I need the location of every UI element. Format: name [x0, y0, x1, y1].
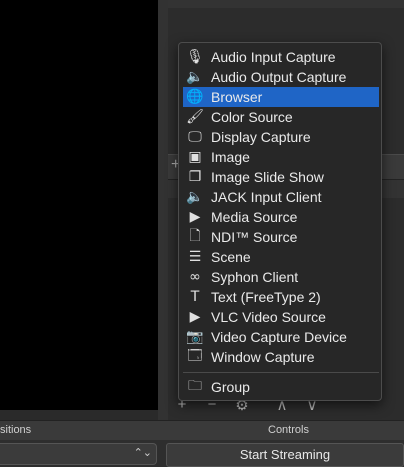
list-icon: ☰	[188, 249, 202, 265]
menu-item-label: VLC Video Source	[211, 309, 326, 325]
dock-titlebar	[168, 0, 404, 8]
menu-item-label: Image	[211, 149, 250, 165]
play-icon: ▶	[189, 309, 201, 325]
menu-item-label: Audio Input Capture	[211, 49, 336, 65]
speaker-icon: 🔈	[186, 189, 204, 205]
menu-item-video-capture-device[interactable]: 📷 Video Capture Device	[183, 327, 379, 347]
menu-item-label: Display Capture	[211, 129, 311, 145]
menu-item-label: NDI™ Source	[211, 229, 298, 245]
menu-item-display-capture[interactable]: 🖵 Display Capture	[183, 127, 379, 147]
menu-item-ndi-source[interactable]: 🗋 NDI™ Source	[183, 227, 379, 247]
splitter[interactable]	[158, 0, 168, 420]
menu-item-label: Image Slide Show	[211, 169, 324, 185]
camera-icon: 📷	[186, 329, 204, 345]
menu-item-image-slide-show[interactable]: ❐ Image Slide Show	[183, 167, 379, 187]
controls-header: Controls	[268, 424, 309, 436]
menu-item-browser[interactable]: 🌐 Browser	[183, 87, 379, 107]
menu-item-label: Window Capture	[211, 349, 315, 365]
monitor-icon: 🖵	[188, 129, 202, 145]
menu-item-label: Scene	[211, 249, 251, 265]
menu-item-jack-input-client[interactable]: 🔈 JACK Input Client	[183, 187, 379, 207]
speaker-icon: 🔈	[186, 69, 204, 85]
add-source-menu: 🎙 Audio Input Capture 🔈 Audio Output Captur…	[178, 42, 382, 401]
menu-item-label: JACK Input Client	[211, 189, 322, 205]
gamepad-icon: ∞	[189, 269, 201, 285]
document-icon: 🗋	[189, 228, 201, 244]
panel-headers: sitions Controls	[0, 420, 404, 441]
microphone-icon: 🎙	[186, 49, 204, 65]
menu-item-window-capture[interactable]: 🗔 Window Capture	[183, 347, 379, 367]
window-icon: 🗔	[187, 348, 203, 364]
menu-separator	[183, 372, 379, 373]
menu-item-image[interactable]: ▣ Image	[183, 147, 379, 167]
select-arrows-icon: ⌃⌄	[133, 447, 152, 459]
globe-icon: 🌐	[186, 89, 204, 105]
transitions-header: sitions	[0, 424, 32, 436]
paintbrush-icon: 🖌	[186, 109, 204, 125]
image-icon: ▣	[188, 149, 202, 165]
menu-item-group[interactable]: 🗀 Group	[183, 377, 379, 397]
start-streaming-button[interactable]: Start Streaming	[166, 443, 404, 467]
menu-item-media-source[interactable]: ▶ Media Source	[183, 207, 379, 227]
menu-item-label: Syphon Client	[211, 269, 299, 285]
menu-item-label: Group	[211, 379, 250, 395]
text-icon: T	[190, 289, 200, 305]
menu-item-label: Text (FreeType 2)	[211, 289, 321, 305]
menu-item-label: Browser	[211, 89, 263, 105]
folder-icon: 🗀	[188, 378, 202, 394]
menu-item-label: Media Source	[211, 209, 298, 225]
menu-item-text-freetype-2[interactable]: T Text (FreeType 2)	[183, 287, 379, 307]
menu-item-color-source[interactable]: 🖌 Color Source	[183, 107, 379, 127]
menu-item-audio-input-capture[interactable]: 🎙 Audio Input Capture	[183, 47, 379, 67]
preview-canvas	[0, 0, 158, 410]
transition-select[interactable]: ⌃⌄	[0, 443, 157, 465]
menu-item-syphon-client[interactable]: ∞ Syphon Client	[183, 267, 379, 287]
menu-item-audio-output-capture[interactable]: 🔈 Audio Output Capture	[183, 67, 379, 87]
menu-item-label: Color Source	[211, 109, 293, 125]
menu-item-label: Audio Output Capture	[211, 69, 347, 85]
slideshow-icon: ❐	[188, 169, 202, 185]
menu-item-scene[interactable]: ☰ Scene	[183, 247, 379, 267]
menu-item-label: Video Capture Device	[211, 329, 347, 345]
play-icon: ▶	[189, 209, 201, 225]
menu-item-vlc-video-source[interactable]: ▶ VLC Video Source	[183, 307, 379, 327]
